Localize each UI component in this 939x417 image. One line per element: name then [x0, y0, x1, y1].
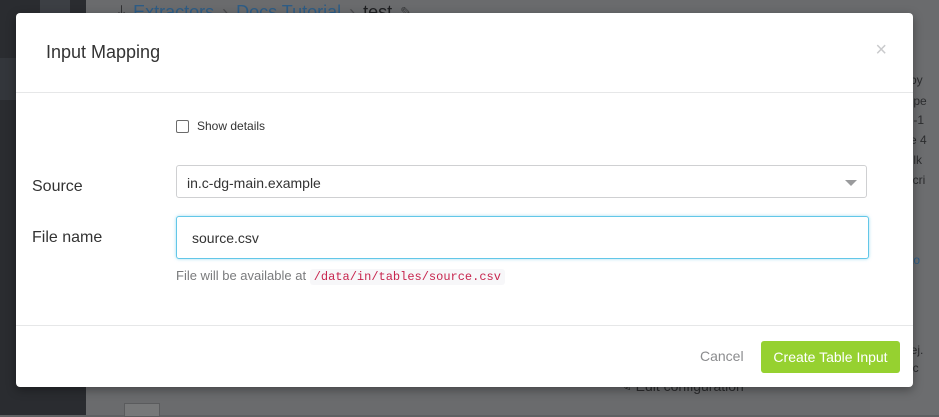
cancel-button[interactable]: Cancel — [700, 348, 744, 364]
chevron-down-icon — [845, 180, 857, 186]
create-table-input-button[interactable]: Create Table Input — [761, 341, 900, 373]
show-details-toggle[interactable]: Show details — [176, 119, 265, 133]
close-icon[interactable]: × — [875, 40, 887, 60]
file-name-input[interactable] — [176, 216, 869, 259]
modal-title: Input Mapping — [46, 42, 161, 62]
modal-header: Input Mapping × — [16, 13, 913, 93]
show-details-checkbox[interactable] — [176, 119, 189, 133]
source-select[interactable]: in.c-dg-main.example — [176, 165, 867, 198]
file-name-label: File name — [32, 229, 103, 246]
show-details-label: Show details — [197, 119, 266, 133]
file-path: /data/in/tables/source.csv — [309, 269, 505, 285]
input-mapping-modal: Input Mapping × Show details Source in.c… — [16, 13, 913, 387]
file-path-help: File will be available at /data/in/table… — [176, 268, 505, 285]
source-selected-value: in.c-dg-main.example — [187, 175, 321, 191]
source-label: Source — [32, 178, 83, 195]
help-prefix: File will be available at — [176, 268, 307, 283]
